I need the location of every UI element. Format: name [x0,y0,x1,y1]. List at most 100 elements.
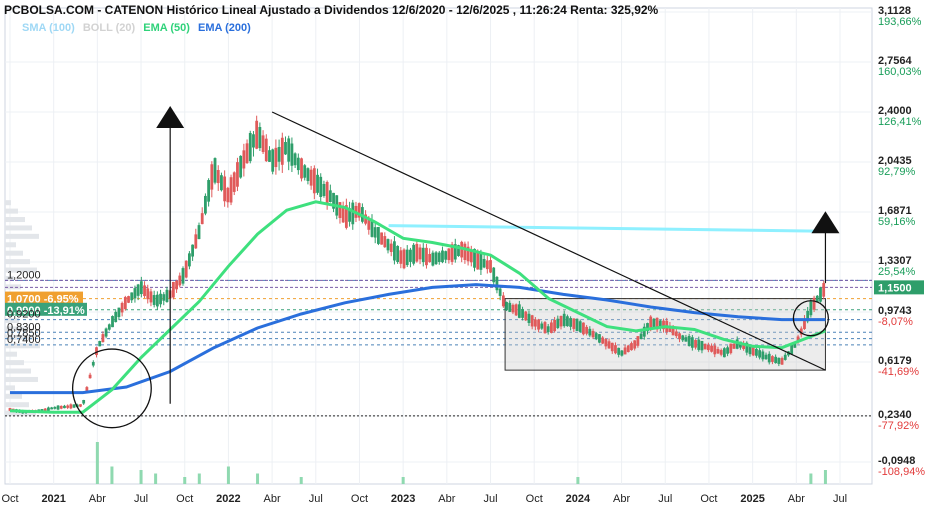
candle-body [633,340,637,349]
candle-body [614,345,617,354]
candle-body [79,404,82,407]
candle-body [139,281,143,295]
candle-body [82,399,86,404]
candle-body [713,345,717,355]
candle-body [284,142,287,155]
candle-body [572,318,576,329]
candle-body [703,343,707,350]
candle-body [566,316,569,327]
candle-body [351,202,355,225]
volume-bar [823,470,827,484]
candle-body [508,302,512,312]
candle-body [328,190,332,203]
candle-body [630,343,633,351]
x-tick-label: Jul [483,493,497,505]
candle-body [316,174,319,193]
legend-ema50[interactable]: EMA (50) [143,22,190,34]
candle-body [501,295,505,307]
candle-body [690,337,694,348]
volume-bar [256,473,260,484]
candle-body [107,324,111,330]
legend-ema200[interactable]: EMA (200) [198,22,251,34]
candle-body [264,138,268,162]
candle-body [171,281,175,298]
x-tick-label: Abr [89,493,106,505]
candle-body [98,341,102,347]
candle-body [306,168,310,181]
candle-body [409,249,412,262]
candle-body [386,239,390,251]
candle-body [175,280,178,290]
volume-profile-bar [5,242,16,248]
candle-body [213,158,217,183]
candle-body [319,176,323,197]
y-tick-pct: -41,69% [878,366,919,378]
candle-body [543,322,547,334]
candle-body [104,328,108,337]
candle-body [268,150,271,162]
candle-body [181,268,185,284]
candle-body [553,319,556,332]
candle-body [591,330,595,338]
candle-body [123,297,127,310]
candle-body [143,285,146,297]
candle-body [812,297,816,310]
candle-body [710,345,713,352]
x-tick-label: Abr [264,493,281,505]
candle-body [393,241,396,261]
candle-body [556,318,560,329]
candle-body [783,354,787,360]
candle-body [421,247,425,263]
candle-body [396,245,400,262]
candle-body [626,345,630,353]
candle-body [66,405,70,408]
x-tick-label: Jul [658,493,672,505]
candle-body [582,322,585,335]
candle-body [771,356,774,362]
x-tick-label: Oct [1,493,18,505]
volume-bar [197,473,201,484]
candle-body [197,225,201,240]
candle-body [338,202,342,219]
candle-body [191,244,194,257]
legend-boll20[interactable]: BOLL (20) [83,22,135,34]
legend-sma100[interactable]: SMA (100) [22,22,75,34]
volume-bar [139,470,143,484]
x-tick-label: Jul [833,493,847,505]
candle-body [620,350,624,356]
candle-body [117,307,121,318]
candle-body [165,289,169,302]
candle-body [261,135,265,153]
candle-body [425,247,428,266]
candle-body [819,287,822,302]
candle-body [399,250,403,264]
candle-body [187,253,191,267]
candle-body [88,374,92,379]
candle-body [809,301,813,316]
candle-body [482,258,486,268]
candle-body [271,149,275,172]
candle-body [178,275,182,286]
candle-body [373,227,377,238]
candle-body [296,157,300,171]
candle-body [761,351,765,360]
candle-body [277,147,281,162]
candle-body [322,183,326,197]
candle-body [540,323,544,329]
candle-body [111,316,114,328]
candle-body [236,162,239,187]
volume-bar [154,473,158,484]
candle-body [130,292,134,301]
candle-body [252,134,255,148]
candle-body [681,335,685,341]
candle-body [428,253,432,263]
candle-body [511,304,515,313]
candle-body [607,341,611,349]
candle-body [533,319,537,327]
candle-body [383,236,387,248]
legend: SMA (100) BOLL (20) EMA (50) EMA (200) [22,22,256,34]
candle-body [226,187,230,203]
candle-body [303,165,307,178]
candle-body [694,340,697,348]
candle-body [274,147,278,168]
